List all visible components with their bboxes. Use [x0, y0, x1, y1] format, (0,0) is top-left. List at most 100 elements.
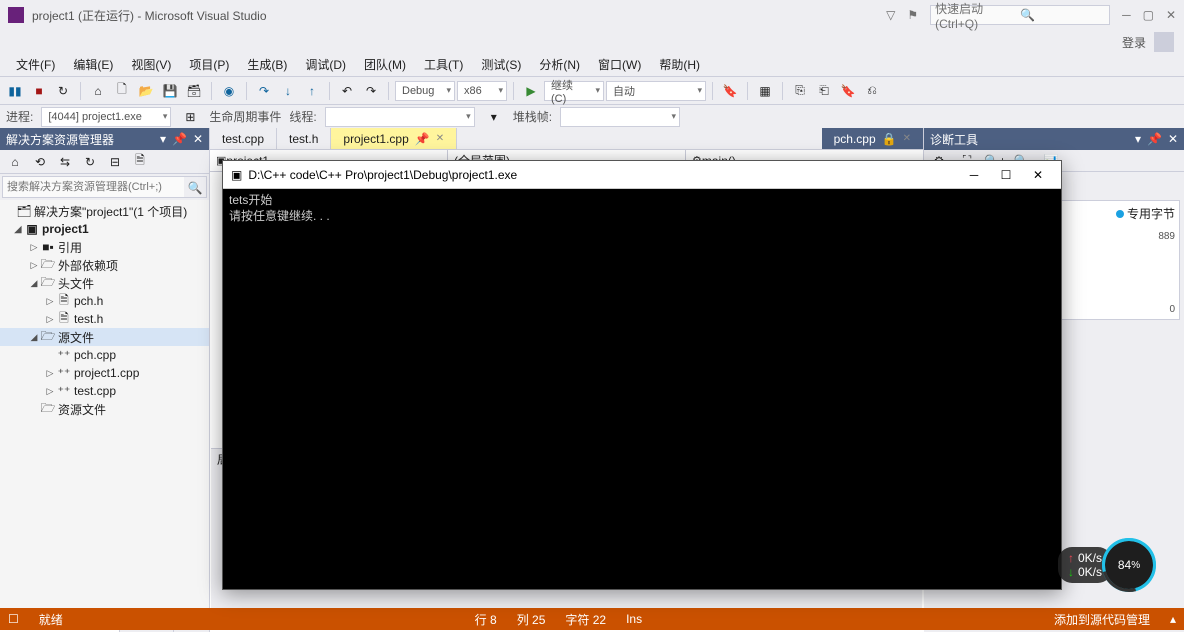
step-into-icon[interactable]: ↓ — [277, 80, 299, 102]
bookmark-icon[interactable]: 🔖 — [837, 80, 859, 102]
stackframe-combo[interactable] — [560, 107, 680, 127]
menu-debug[interactable]: 调试(D) — [297, 54, 354, 76]
process-label: 进程: — [6, 108, 33, 125]
perf-widget[interactable]: ↑0K/s ↓0K/s 84% — [1058, 538, 1156, 592]
tb-icon-5[interactable]: ⎌ — [861, 80, 883, 102]
tab-testcpp[interactable]: test.cpp — [210, 128, 277, 149]
panel-close-icon[interactable]: ✕ — [1168, 132, 1178, 146]
lock-icon: 🔒 — [882, 132, 897, 146]
search-icon[interactable]: 🔍 — [184, 177, 206, 199]
tree-solution[interactable]: 🗂解决方案"project1"(1 个项目) — [0, 202, 209, 220]
pin-icon[interactable]: 📌 — [415, 132, 430, 146]
continue-icon[interactable]: ▶ — [520, 80, 542, 102]
process-combo[interactable]: [4044] project1.exe — [41, 107, 171, 127]
se-refresh-icon[interactable]: ↻ — [79, 151, 101, 173]
menu-tools[interactable]: 工具(T) — [416, 54, 471, 76]
tb-icon-4[interactable]: ⎗ — [813, 80, 835, 102]
tree-ext-deps[interactable]: ▷🗁外部依赖项 — [0, 256, 209, 274]
step-over-icon[interactable]: ↷ — [253, 80, 275, 102]
save-all-icon[interactable]: 🗃 — [183, 80, 205, 102]
up-arrow-icon: ↑ — [1068, 551, 1074, 565]
new-file-icon[interactable]: 🗋 — [111, 80, 133, 102]
scm-dropdown-icon[interactable]: ▴ — [1170, 612, 1176, 626]
debug-toolbar: 进程: [4044] project1.exe ⊞ 生命周期事件 线程: ▾ 堆… — [0, 104, 1184, 128]
menu-window[interactable]: 窗口(W) — [590, 54, 649, 76]
solution-explorer-header: 解决方案资源管理器 ▾📌✕ — [0, 128, 209, 150]
tab-pchcpp[interactable]: pch.cpp🔒✕ — [822, 128, 924, 149]
tree-file[interactable]: ▷🗎test.h — [0, 310, 209, 328]
tree-file[interactable]: ▷⁺⁺project1.cpp — [0, 364, 209, 382]
se-back-icon[interactable]: ⟲ — [29, 151, 51, 173]
undo-icon[interactable]: ↶ — [336, 80, 358, 102]
flag-icon[interactable]: ⚑ — [907, 8, 918, 22]
se-home-icon[interactable]: ⌂ — [4, 151, 26, 173]
maximize-button[interactable]: ☐ — [991, 165, 1021, 185]
menu-project[interactable]: 项目(P) — [181, 54, 237, 76]
tab-project1cpp[interactable]: project1.cpp📌✕ — [331, 128, 457, 149]
se-collapse-icon[interactable]: ⊟ — [104, 151, 126, 173]
close-icon[interactable]: ✕ — [903, 133, 911, 144]
se-showfiles-icon[interactable]: 🗎 — [129, 151, 151, 173]
tree-headers[interactable]: ◢🗁头文件 — [0, 274, 209, 292]
menu-build[interactable]: 生成(B) — [239, 54, 295, 76]
tree-file[interactable]: ▷⁺⁺test.cpp — [0, 382, 209, 400]
nav-back-icon[interactable]: ◉ — [218, 80, 240, 102]
config-combo[interactable]: Debug — [395, 81, 455, 101]
tree-resources[interactable]: 🗁资源文件 — [0, 400, 209, 418]
home-icon[interactable]: ⌂ — [87, 80, 109, 102]
pause-button[interactable]: ▮▮ — [4, 80, 26, 102]
close-button[interactable]: ✕ — [1166, 8, 1176, 22]
stop-button[interactable]: ■ — [28, 80, 50, 102]
se-sync-icon[interactable]: ⇆ — [54, 151, 76, 173]
panel-menu-icon[interactable]: ▾ — [1135, 132, 1141, 146]
close-button[interactable]: ✕ — [1023, 165, 1053, 185]
lifecycle-icon[interactable]: ⊞ — [179, 106, 201, 128]
status-line: 行 8 — [475, 611, 497, 628]
signin-link[interactable]: 登录 — [1122, 34, 1146, 51]
status-char: 字符 22 — [565, 611, 606, 628]
user-icon[interactable] — [1154, 32, 1174, 52]
panel-pin-icon[interactable]: 📌 — [1147, 132, 1162, 146]
platform-combo[interactable]: x86 — [457, 81, 507, 101]
auto-combo[interactable]: 自动 — [606, 81, 706, 101]
redo-icon[interactable]: ↷ — [360, 80, 382, 102]
menu-edit[interactable]: 编辑(E) — [65, 54, 121, 76]
menu-help[interactable]: 帮助(H) — [651, 54, 708, 76]
minimize-button[interactable]: ─ — [959, 165, 989, 185]
menu-file[interactable]: 文件(F) — [8, 54, 63, 76]
menu-team[interactable]: 团队(M) — [356, 54, 414, 76]
status-col: 列 25 — [517, 611, 546, 628]
minimize-button[interactable]: ─ — [1122, 8, 1131, 22]
step-out-icon[interactable]: ↑ — [301, 80, 323, 102]
tree-refs[interactable]: ▷■▪引用 — [0, 238, 209, 256]
tb-icon-1[interactable]: 🔖 — [719, 80, 741, 102]
tree-sources[interactable]: ◢🗁源文件 — [0, 328, 209, 346]
thread-icon[interactable]: ▾ — [483, 106, 505, 128]
down-arrow-icon: ↓ — [1068, 565, 1074, 579]
menu-analyze[interactable]: 分析(N) — [531, 54, 588, 76]
tree-project[interactable]: ◢▣project1 — [0, 220, 209, 238]
solution-search[interactable] — [3, 177, 184, 197]
tree-file[interactable]: ⁺⁺pch.cpp — [0, 346, 209, 364]
lifecycle-label: 生命周期事件 — [209, 108, 281, 125]
scm-link[interactable]: 添加到源代码管理 — [1054, 611, 1150, 628]
tb-icon-2[interactable]: ▦ — [754, 80, 776, 102]
panel-close-icon[interactable]: ✕ — [193, 132, 203, 146]
open-icon[interactable]: 📂 — [135, 80, 157, 102]
thread-combo[interactable] — [325, 107, 475, 127]
maximize-button[interactable]: ▢ — [1143, 8, 1154, 22]
panel-menu-icon[interactable]: ▾ — [160, 132, 166, 146]
tab-testh[interactable]: test.h — [277, 128, 331, 149]
console-output: tets开始 请按任意键继续. . . — [223, 189, 1061, 228]
save-icon[interactable]: 💾 — [159, 80, 181, 102]
tb-icon-3[interactable]: ⎘ — [789, 80, 811, 102]
continue-combo[interactable]: 继续(C) — [544, 81, 604, 101]
menu-view[interactable]: 视图(V) — [123, 54, 179, 76]
notify-icon[interactable]: ▽ — [886, 8, 895, 22]
close-icon[interactable]: ✕ — [436, 133, 444, 144]
quick-launch[interactable]: 快速启动 (Ctrl+Q)🔍 — [930, 5, 1110, 25]
restart-button[interactable]: ↻ — [52, 80, 74, 102]
tree-file[interactable]: ▷🗎pch.h — [0, 292, 209, 310]
panel-pin-icon[interactable]: 📌 — [172, 132, 187, 146]
menu-test[interactable]: 测试(S) — [473, 54, 529, 76]
